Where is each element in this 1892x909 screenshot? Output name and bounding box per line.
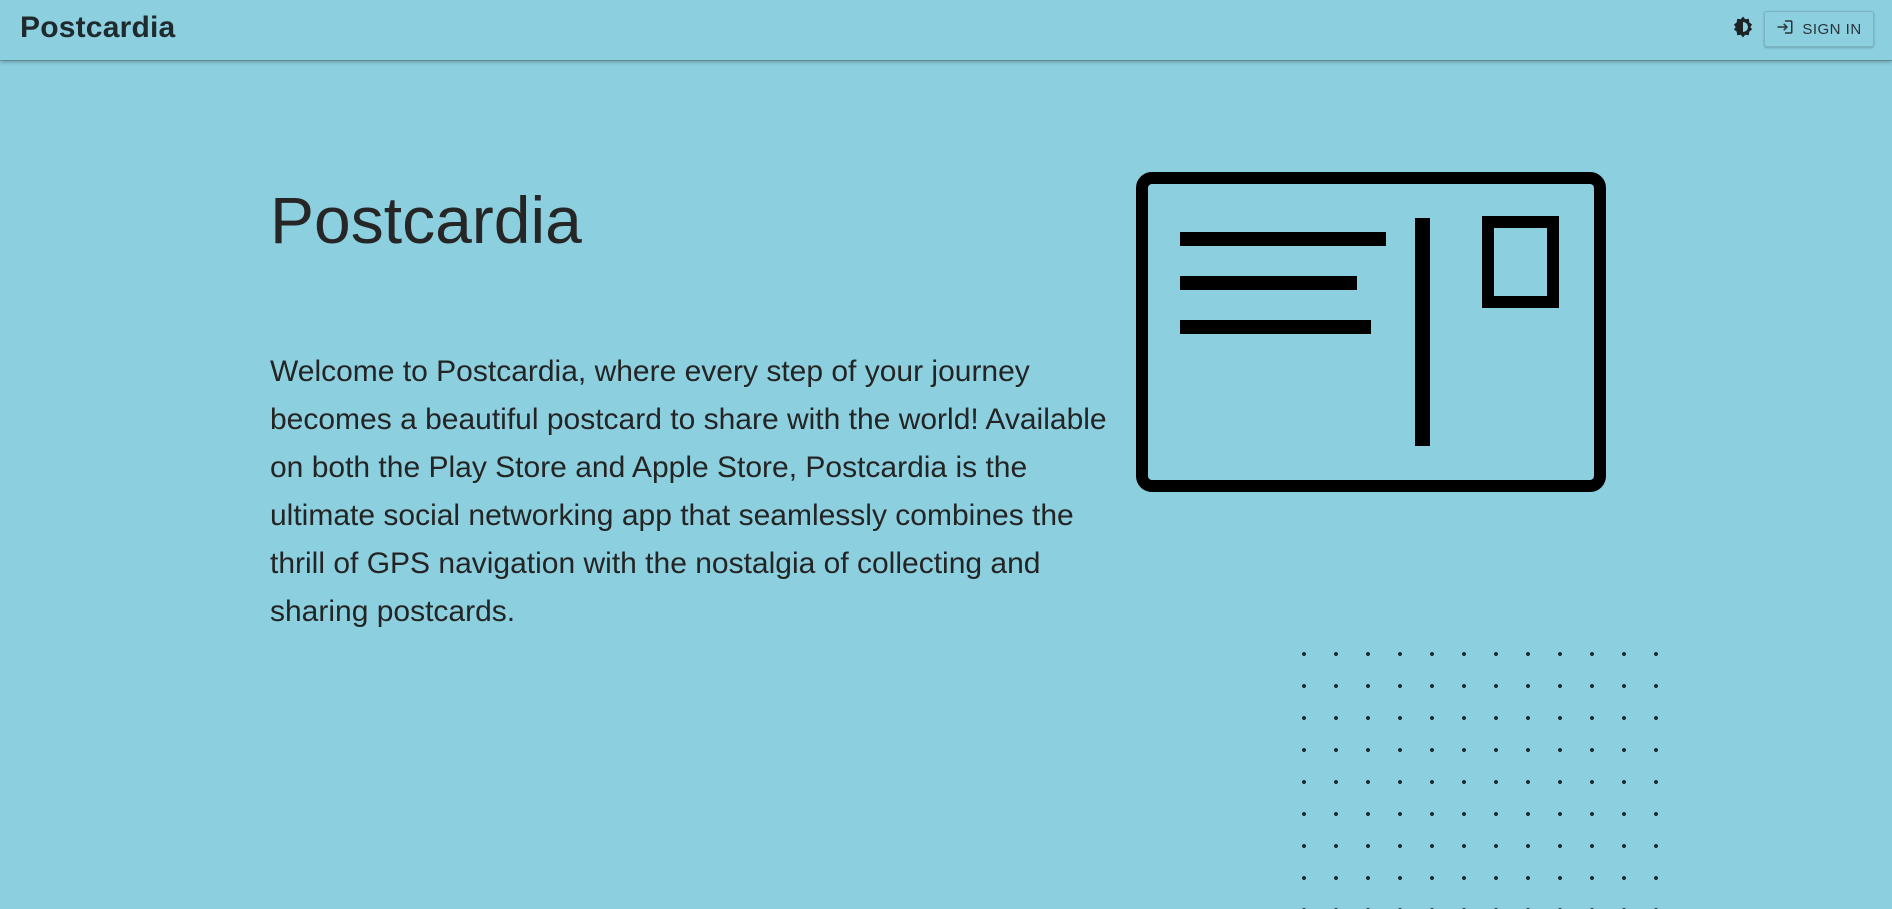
dot-grid-pattern [1288, 638, 1683, 909]
postcard-icon [1136, 172, 1606, 492]
brand-title[interactable]: Postcardia [20, 11, 175, 45]
sign-in-button[interactable]: SIGN IN [1764, 11, 1874, 47]
brightness-icon [1731, 15, 1755, 44]
top-app-bar: Postcardia SIGN IN [0, 0, 1892, 60]
page-title: Postcardia [270, 183, 582, 257]
sign-in-label: SIGN IN [1802, 20, 1862, 38]
hero-description: Welcome to Postcardia, where every step … [270, 355, 1107, 628]
login-icon [1776, 18, 1794, 40]
theme-toggle-button[interactable] [1730, 16, 1756, 42]
